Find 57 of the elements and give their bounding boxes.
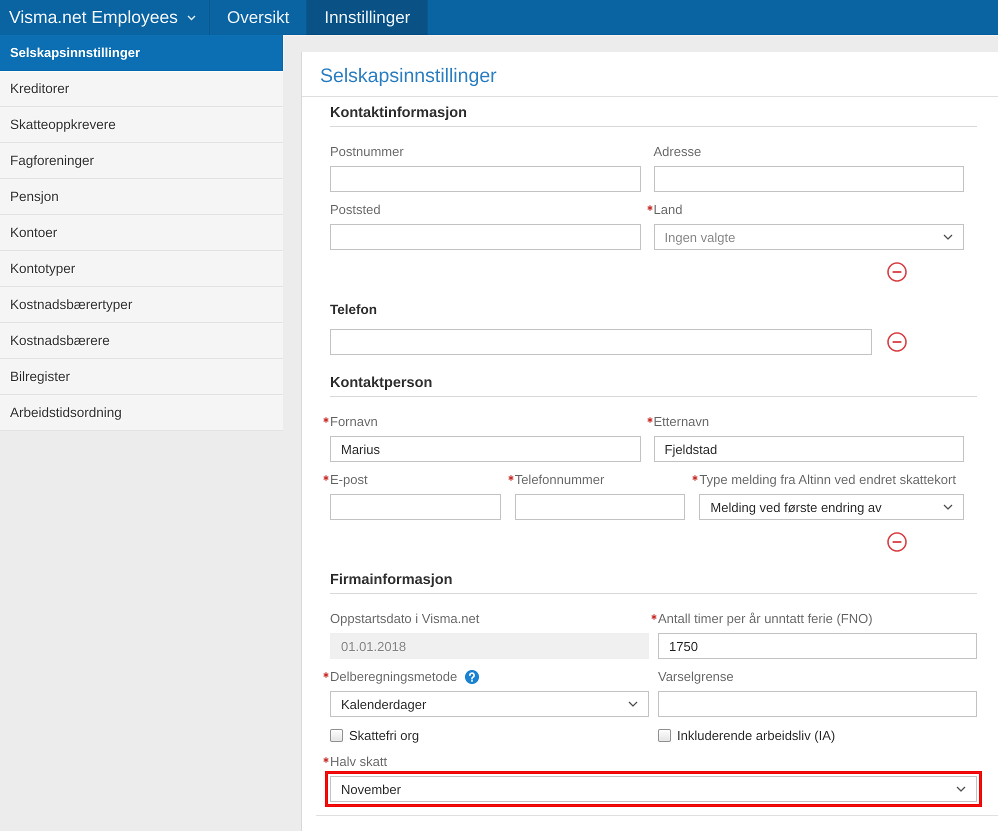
- text-field[interactable]: [330, 329, 872, 355]
- field-label: Etternavn: [654, 413, 710, 431]
- text-field[interactable]: Fjeldstad: [654, 436, 964, 462]
- checkbox-label: Inkluderende arbeidsliv (IA): [677, 728, 836, 742]
- section-heading: Firmainformasjon: [330, 571, 977, 594]
- chevron-down-icon: [186, 14, 196, 20]
- sidebar-item[interactable]: Fagforeninger: [0, 143, 283, 179]
- sidebar-item[interactable]: Kostnadsbærertyper: [0, 287, 283, 323]
- text-field[interactable]: [330, 224, 640, 250]
- chevron-down-icon: [943, 234, 953, 240]
- sidebar-item[interactable]: Skatteoppkrevere: [0, 107, 283, 143]
- field-label: Type melding fra Altinn ved endret skattekort: [699, 471, 956, 489]
- field-label: Postnummer: [330, 143, 404, 161]
- sidebar-item[interactable]: Pensjon: [0, 179, 283, 215]
- checkbox-label: Skattefri org: [349, 728, 420, 742]
- nav-tab[interactable]: Innstillinger: [307, 0, 428, 35]
- sidebar-item[interactable]: Kostnadsbærere: [0, 323, 283, 359]
- section-heading: Kontaktperson: [330, 374, 977, 397]
- sidebar-item[interactable]: Selskapsinnstillinger: [0, 35, 283, 71]
- field-label: Land: [654, 201, 682, 219]
- field-label: E-post: [330, 471, 368, 489]
- sidebar-item[interactable]: Arbeidstidsordning: [0, 395, 283, 431]
- field-group-label: Telefon: [330, 301, 377, 319]
- field-label: Fornavn: [330, 413, 378, 431]
- sidebar-item[interactable]: Kreditorer: [0, 71, 283, 107]
- minus-circle-icon[interactable]: [887, 332, 907, 352]
- field-label: Poststed: [330, 201, 381, 219]
- field-label: Antall timer per år unntatt ferie (FNO): [658, 610, 873, 628]
- chevron-down-icon: [956, 786, 966, 792]
- field-label: Delberegningsmetode: [330, 668, 458, 686]
- help-icon[interactable]: [465, 670, 480, 684]
- chevron-down-icon: [628, 701, 638, 707]
- sidebar-item[interactable]: Kontoer: [0, 215, 283, 251]
- text-field[interactable]: [514, 494, 686, 520]
- dropdown[interactable]: Kalenderdager: [330, 691, 649, 717]
- field-label: Halv skatt: [330, 753, 388, 771]
- section-heading: Kontaktinformasjon: [330, 104, 977, 127]
- minus-circle-icon[interactable]: [887, 262, 907, 282]
- field-label: Varselgrense: [658, 668, 734, 686]
- text-field[interactable]: [330, 494, 501, 520]
- field-label: Oppstartsdato i Visma.net: [330, 610, 480, 628]
- sidebar-item[interactable]: Kontotyper: [0, 251, 283, 287]
- text-field[interactable]: Marius: [330, 436, 640, 462]
- text-field[interactable]: [658, 691, 977, 717]
- field-label: Telefonnummer: [514, 471, 604, 489]
- dropdown[interactable]: Melding ved første endring av: [699, 494, 964, 520]
- sidebar-item[interactable]: Bilregister: [0, 359, 283, 395]
- text-field[interactable]: [330, 166, 640, 192]
- dropdown[interactable]: November: [330, 776, 977, 802]
- checkbox[interactable]: [658, 728, 671, 742]
- field-label: Adresse: [654, 143, 702, 161]
- page-title: Selskapsinnstillinger: [302, 52, 998, 97]
- minus-circle-icon[interactable]: [887, 532, 907, 552]
- checkbox[interactable]: [330, 728, 343, 742]
- text-field[interactable]: 1750: [658, 633, 977, 659]
- text-field[interactable]: [654, 166, 964, 192]
- chevron-down-icon: [943, 504, 953, 510]
